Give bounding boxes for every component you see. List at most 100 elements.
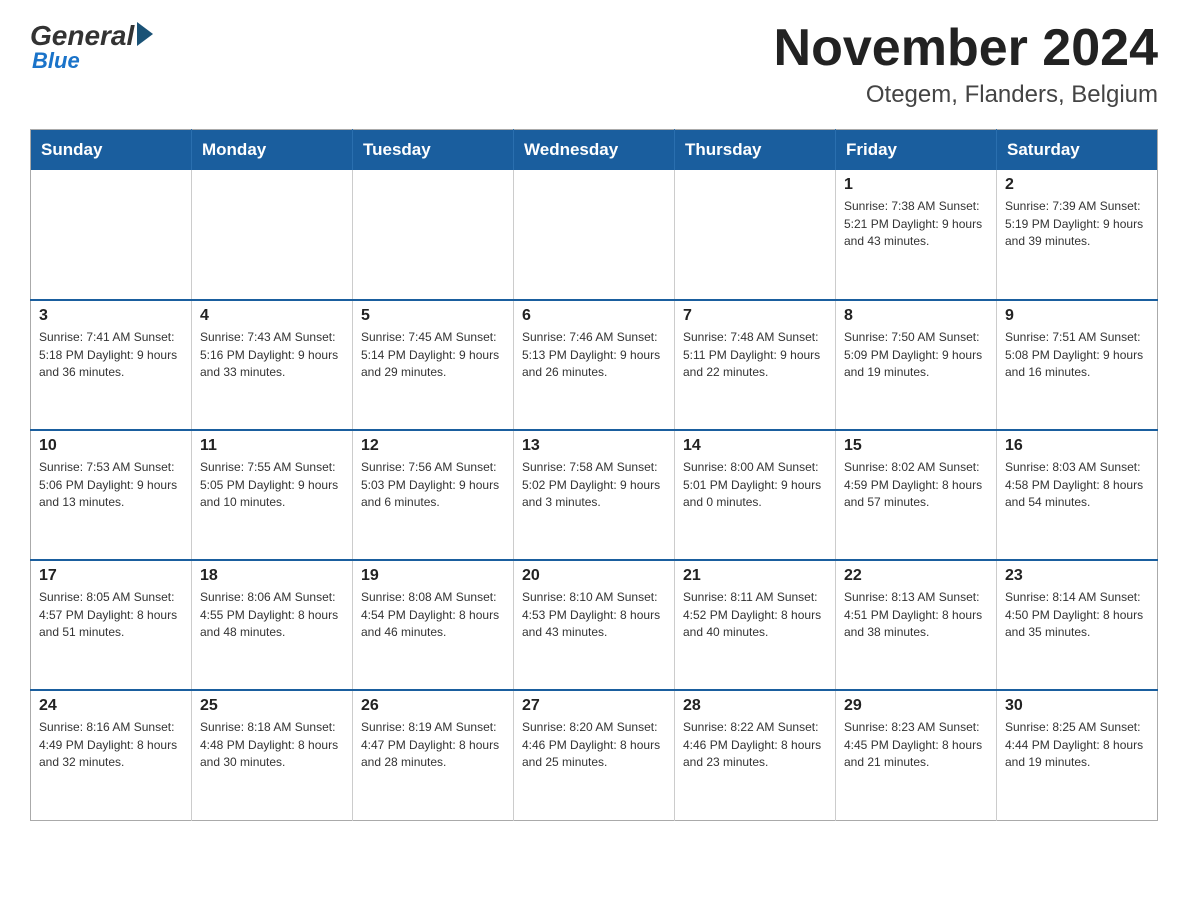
day-number: 10	[39, 437, 183, 455]
day-info: Sunrise: 8:20 AM Sunset: 4:46 PM Dayligh…	[522, 719, 666, 771]
day-number: 14	[683, 437, 827, 455]
month-title: November 2024	[774, 20, 1158, 77]
calendar-cell: 1Sunrise: 7:38 AM Sunset: 5:21 PM Daylig…	[836, 170, 997, 300]
day-number: 26	[361, 697, 505, 715]
day-info: Sunrise: 8:03 AM Sunset: 4:58 PM Dayligh…	[1005, 459, 1149, 511]
calendar-cell: 11 Sunrise: 7:55 AM Sunset: 5:05 PM Dayli…	[192, 430, 353, 560]
day-number: 5	[361, 307, 505, 325]
day-number: 16	[1005, 437, 1149, 455]
calendar-cell: 13 Sunrise: 7:58 AM Sunset: 5:02 PM Dayli…	[514, 430, 675, 560]
day-info: Sunrise: 8:10 AM Sunset: 4:53 PM Dayligh…	[522, 589, 666, 641]
calendar-header-tuesday: Tuesday	[353, 130, 514, 171]
day-info: Sunrise: 7:51 AM Sunset: 5:08 PM Dayligh…	[1005, 329, 1149, 381]
day-number: 29	[844, 697, 988, 715]
day-number: 19	[361, 567, 505, 585]
calendar-header-sunday: Sunday	[31, 130, 192, 171]
calendar-header-thursday: Thursday	[675, 130, 836, 171]
day-info: Sunrise: 8:18 AM Sunset: 4:48 PM Dayligh…	[200, 719, 344, 771]
day-number: 12	[361, 437, 505, 455]
day-number: 13	[522, 437, 666, 455]
day-info: Sunrise: 8:22 AM Sunset: 4:46 PM Dayligh…	[683, 719, 827, 771]
day-info: Sunrise: 8:16 AM Sunset: 4:49 PM Dayligh…	[39, 719, 183, 771]
day-info: Sunrise: 8:13 AM Sunset: 4:51 PM Dayligh…	[844, 589, 988, 641]
logo-arrow-icon	[137, 22, 153, 46]
day-number: 30	[1005, 697, 1149, 715]
calendar-cell: 12 Sunrise: 7:56 AM Sunset: 5:03 PM Dayli…	[353, 430, 514, 560]
day-number: 25	[200, 697, 344, 715]
day-info: Sunrise: 8:14 AM Sunset: 4:50 PM Dayligh…	[1005, 589, 1149, 641]
calendar-cell: 10Sunrise: 7:53 AM Sunset: 5:06 PM Dayli…	[31, 430, 192, 560]
day-number: 21	[683, 567, 827, 585]
day-info: Sunrise: 8:25 AM Sunset: 4:44 PM Dayligh…	[1005, 719, 1149, 771]
calendar-cell: 29Sunrise: 8:23 AM Sunset: 4:45 PM Dayli…	[836, 690, 997, 820]
calendar-table: SundayMondayTuesdayWednesdayThursdayFrid…	[30, 129, 1158, 821]
day-number: 22	[844, 567, 988, 585]
calendar-cell: 27 Sunrise: 8:20 AM Sunset: 4:46 PM Dayli…	[514, 690, 675, 820]
day-number: 1	[844, 176, 988, 194]
day-number: 18	[200, 567, 344, 585]
calendar-cell: 7Sunrise: 7:48 AM Sunset: 5:11 PM Daylig…	[675, 300, 836, 430]
calendar-cell: 15 Sunrise: 8:02 AM Sunset: 4:59 PM Dayli…	[836, 430, 997, 560]
calendar-header-saturday: Saturday	[997, 130, 1158, 171]
day-info: Sunrise: 8:05 AM Sunset: 4:57 PM Dayligh…	[39, 589, 183, 641]
day-number: 27	[522, 697, 666, 715]
day-info: Sunrise: 7:46 AM Sunset: 5:13 PM Dayligh…	[522, 329, 666, 381]
day-number: 3	[39, 307, 183, 325]
calendar-cell: 5 Sunrise: 7:45 AM Sunset: 5:14 PM Daylig…	[353, 300, 514, 430]
calendar-cell: 20 Sunrise: 8:10 AM Sunset: 4:53 PM Dayli…	[514, 560, 675, 690]
calendar-cell: 19 Sunrise: 8:08 AM Sunset: 4:54 PM Dayli…	[353, 560, 514, 690]
day-info: Sunrise: 8:11 AM Sunset: 4:52 PM Dayligh…	[683, 589, 827, 641]
calendar-cell: 26Sunrise: 8:19 AM Sunset: 4:47 PM Dayli…	[353, 690, 514, 820]
calendar-cell: 3 Sunrise: 7:41 AM Sunset: 5:18 PM Daylig…	[31, 300, 192, 430]
logo: General Blue	[30, 20, 153, 74]
calendar-week-5: 24 Sunrise: 8:16 AM Sunset: 4:49 PM Dayli…	[31, 690, 1158, 820]
day-info: Sunrise: 7:45 AM Sunset: 5:14 PM Dayligh…	[361, 329, 505, 381]
day-number: 11	[200, 437, 344, 455]
calendar-cell	[675, 170, 836, 300]
day-info: Sunrise: 8:02 AM Sunset: 4:59 PM Dayligh…	[844, 459, 988, 511]
calendar-cell: 30 Sunrise: 8:25 AM Sunset: 4:44 PM Dayli…	[997, 690, 1158, 820]
day-number: 7	[683, 307, 827, 325]
calendar-header-friday: Friday	[836, 130, 997, 171]
calendar-cell: 8 Sunrise: 7:50 AM Sunset: 5:09 PM Daylig…	[836, 300, 997, 430]
day-number: 24	[39, 697, 183, 715]
day-info: Sunrise: 7:58 AM Sunset: 5:02 PM Dayligh…	[522, 459, 666, 511]
calendar-cell: 2 Sunrise: 7:39 AM Sunset: 5:19 PM Daylig…	[997, 170, 1158, 300]
calendar-cell: 21 Sunrise: 8:11 AM Sunset: 4:52 PM Dayli…	[675, 560, 836, 690]
day-number: 2	[1005, 176, 1149, 194]
calendar-header-row: SundayMondayTuesdayWednesdayThursdayFrid…	[31, 130, 1158, 171]
day-number: 8	[844, 307, 988, 325]
day-number: 28	[683, 697, 827, 715]
calendar-week-1: 1Sunrise: 7:38 AM Sunset: 5:21 PM Daylig…	[31, 170, 1158, 300]
day-number: 4	[200, 307, 344, 325]
day-number: 20	[522, 567, 666, 585]
day-info: Sunrise: 8:08 AM Sunset: 4:54 PM Dayligh…	[361, 589, 505, 641]
calendar-cell: 4 Sunrise: 7:43 AM Sunset: 5:16 PM Daylig…	[192, 300, 353, 430]
calendar-cell	[31, 170, 192, 300]
day-info: Sunrise: 7:43 AM Sunset: 5:16 PM Dayligh…	[200, 329, 344, 381]
calendar-week-2: 3 Sunrise: 7:41 AM Sunset: 5:18 PM Daylig…	[31, 300, 1158, 430]
day-number: 23	[1005, 567, 1149, 585]
day-info: Sunrise: 7:56 AM Sunset: 5:03 PM Dayligh…	[361, 459, 505, 511]
calendar-cell: 25 Sunrise: 8:18 AM Sunset: 4:48 PM Dayli…	[192, 690, 353, 820]
day-info: Sunrise: 8:00 AM Sunset: 5:01 PM Dayligh…	[683, 459, 827, 511]
day-info: Sunrise: 7:39 AM Sunset: 5:19 PM Dayligh…	[1005, 198, 1149, 250]
calendar-cell: 18 Sunrise: 8:06 AM Sunset: 4:55 PM Dayli…	[192, 560, 353, 690]
calendar-cell: 6Sunrise: 7:46 AM Sunset: 5:13 PM Daylig…	[514, 300, 675, 430]
title-section: November 2024 Otegem, Flanders, Belgium	[774, 20, 1158, 109]
calendar-cell	[514, 170, 675, 300]
day-info: Sunrise: 7:55 AM Sunset: 5:05 PM Dayligh…	[200, 459, 344, 511]
day-number: 15	[844, 437, 988, 455]
calendar-cell	[353, 170, 514, 300]
logo-blue-text: Blue	[32, 48, 80, 74]
day-info: Sunrise: 7:41 AM Sunset: 5:18 PM Dayligh…	[39, 329, 183, 381]
calendar-cell: 9Sunrise: 7:51 AM Sunset: 5:08 PM Daylig…	[997, 300, 1158, 430]
calendar-cell: 28 Sunrise: 8:22 AM Sunset: 4:46 PM Dayli…	[675, 690, 836, 820]
calendar-week-3: 10Sunrise: 7:53 AM Sunset: 5:06 PM Dayli…	[31, 430, 1158, 560]
calendar-cell: 23 Sunrise: 8:14 AM Sunset: 4:50 PM Dayli…	[997, 560, 1158, 690]
calendar-header-wednesday: Wednesday	[514, 130, 675, 171]
day-info: Sunrise: 7:50 AM Sunset: 5:09 PM Dayligh…	[844, 329, 988, 381]
day-number: 17	[39, 567, 183, 585]
location-title: Otegem, Flanders, Belgium	[774, 81, 1158, 109]
day-info: Sunrise: 8:06 AM Sunset: 4:55 PM Dayligh…	[200, 589, 344, 641]
